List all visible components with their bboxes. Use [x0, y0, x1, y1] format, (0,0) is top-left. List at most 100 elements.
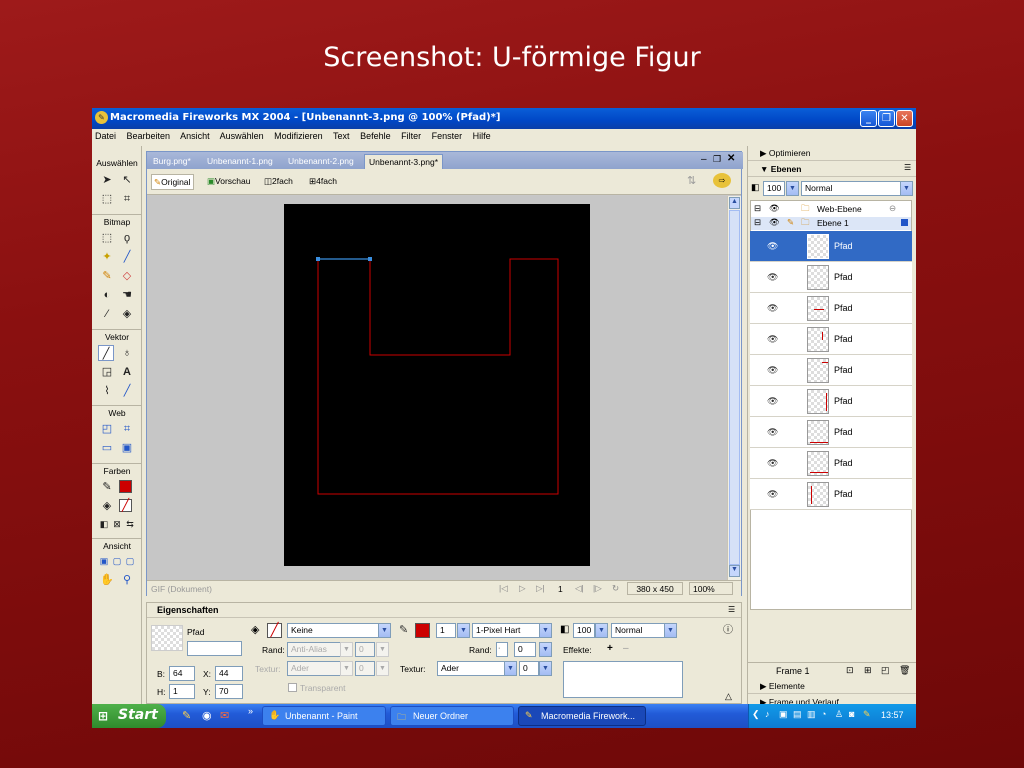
layer-object-3[interactable]: 👁 Pfad	[750, 293, 912, 324]
path-anchor-end[interactable]	[368, 257, 372, 261]
tray-expand-icon[interactable]: ❮	[752, 709, 760, 720]
menu-filter[interactable]: Filter	[401, 131, 421, 141]
task-paint[interactable]: ✋ Unbenannt - Paint	[262, 706, 386, 726]
optimize-panel-header[interactable]: ▶ Optimieren	[748, 146, 916, 161]
stroke-edge-slider-icon[interactable]: ·	[496, 642, 508, 657]
fill-texture-amount[interactable]: 0	[355, 661, 375, 676]
more-icon[interactable]: »	[248, 706, 253, 716]
slice-tool-icon[interactable]: ⌗	[119, 421, 135, 437]
eye-icon[interactable]: 👁	[767, 272, 778, 283]
eye-icon[interactable]: 👁	[767, 396, 778, 407]
blend-mode-select[interactable]: Normal	[611, 623, 669, 638]
menu-text[interactable]: Text	[333, 131, 350, 141]
collapse-box-icon[interactable]: ⊟	[754, 217, 761, 228]
eye-icon[interactable]: 👁	[767, 458, 778, 469]
layers-panel-header[interactable]: ▼ Ebenen	[748, 162, 916, 177]
layer-opacity-field[interactable]: 100	[763, 181, 785, 196]
pencil-tool-icon[interactable]: ✎	[99, 268, 115, 284]
brush-tool-icon[interactable]: ╱	[119, 249, 135, 265]
layer-blend-select[interactable]: Normal	[801, 181, 901, 196]
network-icon[interactable]: ▣	[779, 709, 788, 720]
stroke-color-swatch[interactable]	[415, 623, 430, 638]
start-button[interactable]: ⊞ Start	[92, 704, 166, 728]
view-4up-button[interactable]: ⊞4fach	[307, 174, 340, 190]
tab-unbenannt-1[interactable]: Unbenannt-1.png	[203, 154, 277, 169]
zoom-level[interactable]: 100%	[689, 582, 733, 595]
properties-header[interactable]: Eigenschaften	[147, 603, 741, 618]
fill-none-swatch[interactable]: ╱	[119, 499, 132, 512]
maximize-button[interactable]: ❐	[878, 110, 895, 127]
swap-colors-icon[interactable]: ⇆	[122, 516, 138, 532]
menu-bearbeiten[interactable]: Bearbeiten	[127, 131, 171, 141]
scroll-down-icon[interactable]: ▼	[729, 565, 740, 577]
zoom-tool-icon[interactable]: ⚲	[119, 572, 135, 588]
show-slices-icon[interactable]: ▣	[119, 440, 135, 456]
doc-restore-icon[interactable]: ❐	[713, 154, 721, 165]
chevron-down-icon[interactable]: ▼	[457, 623, 470, 638]
chevron-down-icon[interactable]: ▼	[539, 623, 552, 638]
chevron-down-icon[interactable]: ▼	[340, 642, 353, 657]
paint-bucket-icon[interactable]: ◈	[119, 306, 135, 322]
tab-unbenannt-2[interactable]: Unbenannt-2.png	[284, 154, 358, 169]
tray-app-icon-2[interactable]: ▥	[807, 709, 816, 720]
opacity-field[interactable]: 100	[573, 623, 595, 638]
chevron-down-icon[interactable]: ▼	[539, 642, 552, 657]
chevron-down-icon[interactable]: ▼	[340, 661, 353, 676]
layer-object-5[interactable]: 👁 Pfad	[750, 355, 912, 386]
new-bitmap-icon[interactable]: ◰	[881, 665, 890, 676]
stroke-edge-field[interactable]: 0	[514, 642, 536, 657]
fill-type-select[interactable]: Keine	[287, 623, 379, 638]
pencil-icon[interactable]: ✎	[787, 217, 794, 228]
marquee-tool-icon[interactable]: ⬚	[99, 230, 115, 246]
close-button[interactable]: ✕	[896, 110, 913, 127]
tray-fireworks-icon[interactable]: ✎	[863, 709, 871, 720]
prev-frame-icon[interactable]: ◁|	[575, 583, 584, 594]
panel-options-icon[interactable]: ☰	[728, 605, 735, 614]
transparent-checkbox[interactable]	[288, 683, 297, 692]
line-tool-icon[interactable]: ╱	[98, 345, 114, 361]
layer-object-8[interactable]: 👁 Pfad	[750, 448, 912, 479]
doc-minimize-icon[interactable]: –	[701, 154, 707, 165]
path-anchor-start[interactable]	[316, 257, 320, 261]
y-field[interactable]: 70	[215, 684, 243, 699]
height-field[interactable]: 1	[169, 684, 195, 699]
hotspot-tool-icon[interactable]: ◰	[99, 421, 115, 437]
web-layer-row[interactable]: ⊟ 👁 🗀 Web-Ebene ⊖	[751, 203, 911, 216]
scroll-up-icon[interactable]: ▲	[729, 197, 740, 209]
loop-icon[interactable]: ↻	[612, 583, 619, 594]
blur-tool-icon[interactable]: ◐	[99, 287, 115, 303]
view-2up-button[interactable]: ◫2fach	[262, 174, 296, 190]
pointer-tool-icon[interactable]: ➤	[99, 172, 115, 188]
canvas[interactable]	[284, 204, 590, 566]
magic-wand-icon[interactable]: ✦	[99, 249, 115, 265]
menu-hilfe[interactable]: Hilfe	[473, 131, 491, 141]
freeform-tool-icon[interactable]: ⌇	[99, 383, 115, 399]
quick-export-icon[interactable]: ⇅	[687, 174, 696, 187]
doc-close-icon[interactable]: ✕	[727, 153, 735, 164]
eye-icon[interactable]: 👁	[769, 203, 780, 214]
chevron-down-icon[interactable]: ▼	[376, 661, 389, 676]
stroke-texture-select[interactable]: Ader	[437, 661, 507, 676]
task-folder[interactable]: 🗀 Neuer Ordner	[390, 706, 514, 726]
menu-ansicht[interactable]: Ansicht	[180, 131, 210, 141]
layer-object-7[interactable]: 👁 Pfad	[750, 417, 912, 448]
last-frame-icon[interactable]: ▷|	[536, 583, 545, 594]
chevron-down-icon[interactable]: ▼	[595, 623, 608, 638]
tray-app-icon-3[interactable]: ◔	[821, 709, 826, 719]
trash-icon[interactable]: 🗑	[899, 665, 910, 676]
stroke-texture-amount[interactable]: 0	[519, 661, 539, 676]
eye-icon[interactable]: 👁	[767, 334, 778, 345]
media-player-icon[interactable]: ◉	[202, 709, 212, 722]
eraser-tool-icon[interactable]: ◇	[119, 268, 135, 284]
view-original-button[interactable]: ✎Original	[151, 174, 195, 190]
object-name-field[interactable]	[187, 641, 242, 656]
volume-icon[interactable]: ♪	[765, 709, 770, 719]
pen-tool-icon[interactable]: ♁	[119, 345, 135, 361]
remove-effect-icon[interactable]: –	[623, 643, 629, 654]
width-field[interactable]: 64	[169, 666, 195, 681]
fill-color-icon[interactable]: ◈	[99, 498, 115, 514]
layer-object-1[interactable]: 👁 Pfad	[750, 231, 912, 262]
scroll-thumb[interactable]	[729, 210, 740, 565]
tab-unbenannt-3[interactable]: Unbenannt-3.png*	[364, 154, 444, 169]
fireworks-quicklaunch-icon[interactable]: ✎	[182, 709, 191, 722]
